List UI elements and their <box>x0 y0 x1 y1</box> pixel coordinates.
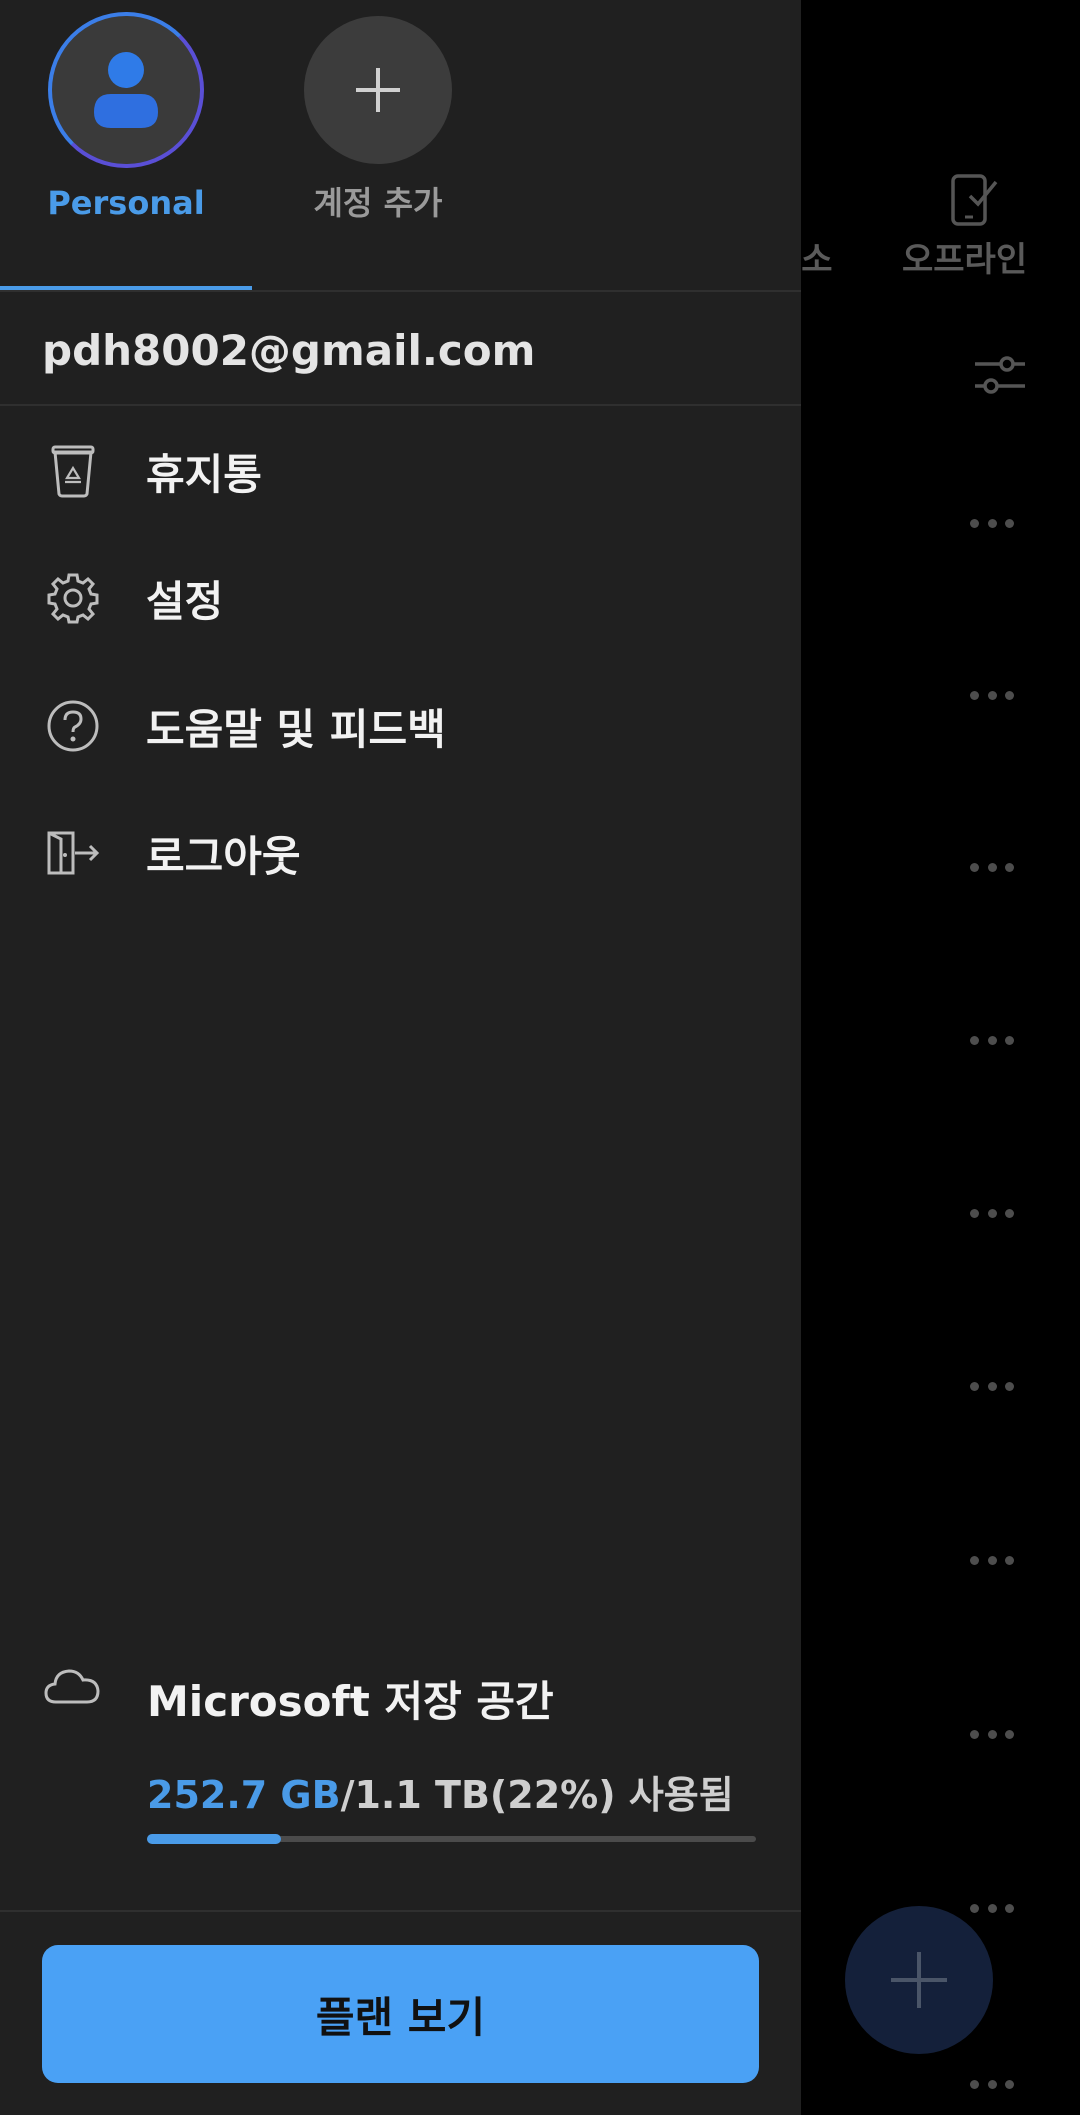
menu-item-label: 휴지통 <box>146 449 262 499</box>
more-horizontal-icon[interactable] <box>970 1728 1014 1740</box>
add-account[interactable]: 계정 추가 <box>302 0 454 224</box>
plus-icon <box>891 1952 947 2008</box>
add-account-label: 계정 추가 <box>313 184 443 222</box>
filter-sliders-icon <box>975 356 1025 394</box>
navigation-drawer: Personal 계정 추가 pdh8002@gmail.com 휴지통 설정 … <box>0 0 801 2115</box>
bg-tab-offline[interactable]: 오프라인 <box>902 232 1027 281</box>
more-horizontal-icon[interactable] <box>970 1380 1014 1392</box>
avatar[interactable] <box>48 12 204 168</box>
menu-item-help-feedback[interactable]: 도움말 및 피드백 <box>0 671 801 781</box>
menu-item-settings[interactable]: 설정 <box>0 543 801 653</box>
plus-icon <box>356 68 400 112</box>
storage-progress-fill <box>147 1834 281 1844</box>
more-horizontal-icon[interactable] <box>970 1207 1014 1219</box>
storage-total: /1.1 TB(22%) 사용됨 <box>340 1773 734 1817</box>
more-horizontal-icon[interactable] <box>970 1034 1014 1046</box>
storage-title[interactable]: Microsoft 저장 공간 <box>147 1668 554 1729</box>
more-horizontal-icon[interactable] <box>970 517 1014 529</box>
menu-item-label: 로그아웃 <box>146 831 301 881</box>
menu-item-label: 설정 <box>146 576 224 626</box>
gear-icon <box>44 569 102 627</box>
menu-item-sign-out[interactable]: 로그아웃 <box>0 798 801 908</box>
person-icon <box>94 52 158 128</box>
view-plans-button[interactable]: 플랜 보기 <box>42 1945 759 2083</box>
more-horizontal-icon[interactable] <box>970 689 1014 701</box>
divider <box>0 404 801 406</box>
menu-item-recycle-bin[interactable]: 휴지통 <box>0 416 801 526</box>
storage-usage: 252.7 GB/1.1 TB(22%) 사용됨 <box>147 1764 734 1819</box>
help-circle-icon <box>44 697 102 755</box>
divider <box>0 1910 801 1912</box>
more-horizontal-icon[interactable] <box>970 2078 1014 2090</box>
sign-out-icon <box>44 824 102 882</box>
divider <box>0 290 801 292</box>
more-horizontal-icon[interactable] <box>970 1554 1014 1566</box>
recycle-bin-icon <box>44 442 102 500</box>
cloud-icon <box>44 1669 100 1704</box>
add-account-button[interactable] <box>304 16 452 164</box>
phone-check-icon <box>951 174 998 226</box>
more-horizontal-icon[interactable] <box>970 1902 1014 1914</box>
account-label: Personal <box>47 184 205 222</box>
more-horizontal-icon[interactable] <box>970 861 1014 873</box>
storage-progress-bar <box>147 1834 756 1844</box>
account-personal[interactable]: Personal <box>47 0 205 222</box>
add-fab-button[interactable] <box>845 1906 993 2054</box>
storage-used: 252.7 GB <box>147 1773 341 1817</box>
menu-item-label: 도움말 및 피드백 <box>146 704 446 754</box>
account-email: pdh8002@gmail.com <box>42 326 536 375</box>
